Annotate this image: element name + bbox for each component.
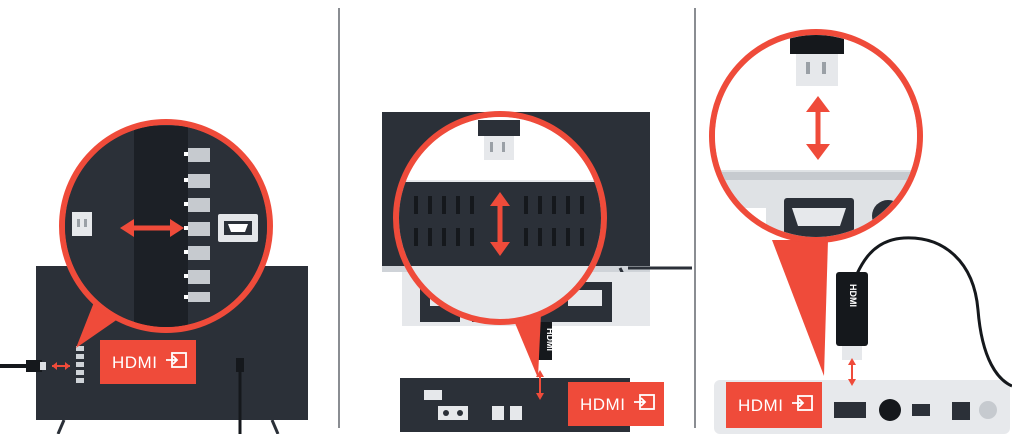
panel-tv-rear: HDMI [0, 0, 335, 434]
hdmi-connection-illustration: HDMI HDMI HDMI HDMI HDMI [0, 0, 1012, 434]
hdmi-cable [846, 236, 1012, 388]
panel-divider [694, 8, 696, 428]
hdmi-badge-label: HDMI [580, 395, 625, 414]
panel-box-closeup: HDMI HDMI [698, 0, 1012, 434]
panel-tv-and-box: HDMI HDMI [342, 0, 692, 434]
zoom-pointer [772, 240, 828, 376]
panel-divider [338, 8, 340, 428]
hdmi-badge-label: HDMI [112, 353, 157, 372]
cable-hdmi-label: HDMI [848, 284, 858, 307]
tv-leg-right [270, 419, 280, 434]
hdmi-badge-label: HDMI [738, 396, 783, 415]
tv-leg-left [56, 419, 66, 434]
cable-hdmi-label: HDMI [545, 328, 555, 351]
